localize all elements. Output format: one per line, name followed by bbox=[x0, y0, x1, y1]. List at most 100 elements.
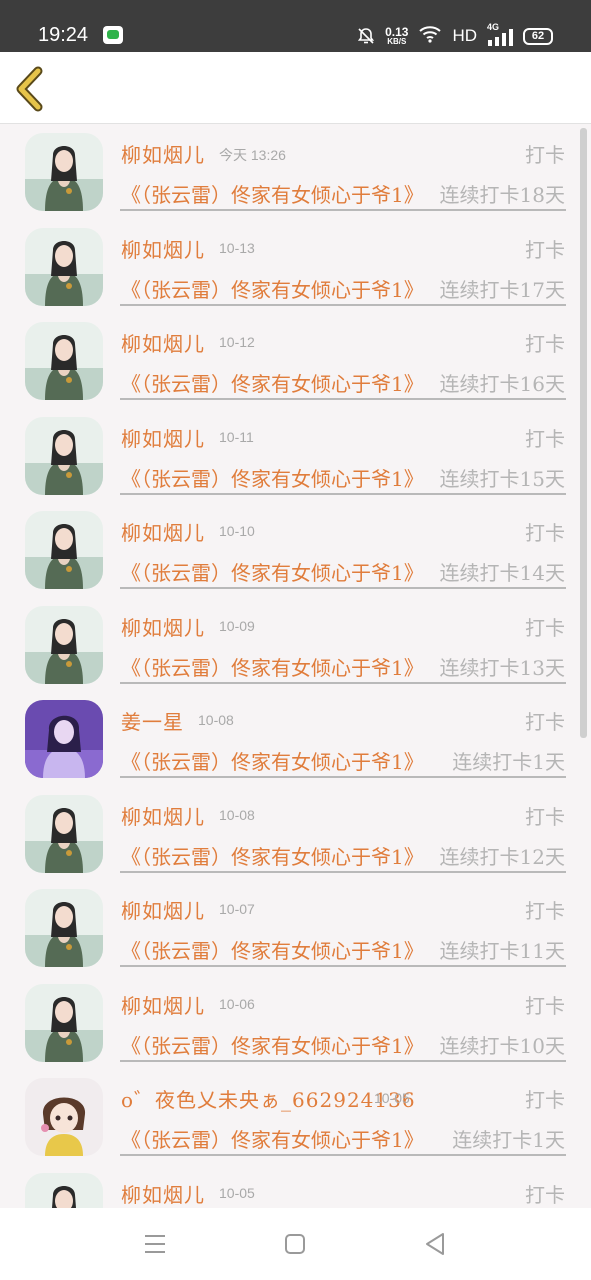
checkin-label: 打卡 bbox=[525, 521, 565, 545]
avatar[interactable] bbox=[25, 983, 103, 1062]
checkin-label: 打卡 bbox=[525, 615, 565, 640]
checkin-label: 打卡 bbox=[525, 899, 565, 923]
user-name[interactable]: 柳如烟儿 bbox=[121, 517, 205, 546]
user-name[interactable]: 柳如烟儿 bbox=[121, 990, 205, 1019]
checkin-label: 打卡 bbox=[525, 237, 565, 262]
list-item[interactable]: 柳如烟儿 10-11 打卡《（张云雷）佟家有女倾心于爷1》 连续打卡15天 bbox=[0, 409, 591, 504]
book-title-link[interactable]: 《（张云雷）佟家有女倾心于爷1》 bbox=[121, 1124, 424, 1153]
row-divider bbox=[120, 398, 566, 400]
user-name[interactable]: 柳如烟儿 bbox=[121, 139, 205, 168]
checkin-date: 今天 13:26 bbox=[219, 147, 286, 163]
book-title-link[interactable]: 《（张云雷）佟家有女倾心于爷1》 bbox=[121, 841, 424, 870]
checkin-streak: 连续打卡12天 bbox=[439, 844, 565, 869]
user-name[interactable]: 柳如烟儿 bbox=[121, 801, 205, 830]
user-name[interactable]: 柳如烟儿 bbox=[121, 328, 205, 357]
checkin-label: 打卡 bbox=[525, 1088, 565, 1112]
row-divider bbox=[120, 965, 566, 967]
avatar[interactable] bbox=[25, 511, 103, 589]
checkin-streak: 连续打卡16天 bbox=[439, 372, 565, 396]
status-bar: 19:24 0.13 KB/S HD 4G 62 bbox=[0, 0, 591, 52]
list-item[interactable]: o゛夜色乂未央ぁ_662924136 10-05 打卡 《（张云雷）佟家有女倾心于爷1… bbox=[0, 1070, 591, 1165]
checkin-date: 10-09 bbox=[219, 617, 255, 634]
checkin-list[interactable]: 柳如烟儿 今天 13:26 打卡 《（张云雷）佟家有女倾心于爷1》 连续打卡18天 柳如烟… bbox=[0, 125, 591, 1208]
user-name[interactable]: o゛夜色乂未央ぁ_662924136 bbox=[121, 1084, 416, 1113]
list-item[interactable]: 柳如烟儿 10-05 打卡 bbox=[0, 1165, 591, 1208]
row-divider bbox=[120, 209, 566, 211]
wifi-icon bbox=[418, 25, 442, 48]
avatar[interactable] bbox=[25, 605, 103, 684]
checkin-label: 打卡 bbox=[525, 143, 565, 167]
checkin-streak: 连续打卡18天 bbox=[439, 183, 565, 207]
book-title-link[interactable]: 《（张云雷）佟家有女倾心于爷1》 bbox=[121, 179, 424, 208]
checkin-streak: 连续打卡17天 bbox=[439, 277, 565, 302]
row-divider bbox=[120, 303, 566, 306]
avatar[interactable] bbox=[25, 1078, 103, 1156]
checkin-date: 10-13 bbox=[219, 239, 255, 256]
book-title-link[interactable]: 《（张云雷）佟家有女倾心于爷1》 bbox=[121, 368, 424, 397]
avatar[interactable] bbox=[25, 889, 103, 967]
avatar[interactable] bbox=[25, 416, 103, 495]
list-item[interactable]: 柳如烟儿 今天 13:26 打卡《（张云雷）佟家有女倾心于爷1》 连续打卡18天 bbox=[0, 125, 591, 220]
avatar[interactable] bbox=[25, 322, 103, 400]
book-title-link[interactable]: 《（张云雷）佟家有女倾心于爷1》 bbox=[121, 1030, 424, 1059]
checkin-date: 10-06 bbox=[219, 995, 255, 1012]
app-header bbox=[0, 52, 591, 124]
avatar[interactable] bbox=[25, 700, 103, 778]
network-speed: 0.13 KB/S bbox=[385, 26, 408, 46]
list-item[interactable]: 柳如烟儿 10-09 打卡《（张云雷）佟家有女倾心于爷1》 连续打卡13天 bbox=[0, 598, 591, 693]
checkin-label: 打卡 bbox=[525, 426, 565, 451]
book-title-link[interactable]: 《（张云雷）佟家有女倾心于爷1》 bbox=[121, 935, 424, 964]
book-title-link[interactable]: 《（张云雷）佟家有女倾心于爷1》 bbox=[121, 274, 424, 303]
video-app-icon bbox=[103, 26, 123, 44]
triangle-back-icon bbox=[426, 1233, 444, 1255]
checkin-streak: 连续打卡11天 bbox=[439, 939, 565, 963]
list-item[interactable]: 柳如烟儿 10-13 打卡《（张云雷）佟家有女倾心于爷1》 连续打卡17天 bbox=[0, 220, 591, 315]
list-item[interactable]: 柳如烟儿 10-07 打卡《（张云雷）佟家有女倾心于爷1》 连续打卡11天 bbox=[0, 881, 591, 976]
checkin-label: 打卡 bbox=[525, 710, 565, 734]
list-item[interactable]: 柳如烟儿 10-12 打卡 《（张云雷）佟家有女倾心于爷1》 连续打卡16天 bbox=[0, 314, 591, 409]
user-name[interactable]: 柳如烟儿 bbox=[121, 895, 205, 924]
menu-button[interactable] bbox=[140, 1230, 170, 1258]
hd-indicator: HD bbox=[452, 26, 477, 45]
checkin-label: 打卡 bbox=[525, 1182, 565, 1207]
status-indicators: 0.13 KB/S HD 4G 62 bbox=[357, 22, 553, 50]
book-title-link[interactable]: 《（张云雷）佟家有女倾心于爷1》 bbox=[121, 746, 424, 775]
book-title-link[interactable]: 《（张云雷）佟家有女倾心于爷1》 bbox=[121, 557, 424, 586]
checkin-streak: 连续打卡13天 bbox=[439, 655, 565, 680]
avatar[interactable] bbox=[25, 133, 103, 211]
list-item[interactable]: 柳如烟儿 10-10 打卡 《（张云雷）佟家有女倾心于爷1》 连续打卡14天 bbox=[0, 503, 591, 598]
row-divider bbox=[120, 870, 566, 873]
user-name[interactable]: 柳如烟儿 bbox=[121, 234, 205, 263]
checkin-streak: 连续打卡1天 bbox=[452, 750, 565, 774]
back-button[interactable] bbox=[10, 62, 54, 114]
checkin-label: 打卡 bbox=[525, 332, 565, 356]
home-button[interactable] bbox=[280, 1230, 310, 1258]
checkin-date: 10-11 bbox=[219, 428, 254, 445]
list-item[interactable]: 姜一星 10-08 打卡 《（张云雷）佟家有女倾心于爷1》 连续打卡1天 bbox=[0, 692, 591, 787]
user-name[interactable]: 柳如烟儿 bbox=[121, 1179, 205, 1208]
user-name[interactable]: 姜一星 bbox=[121, 706, 184, 735]
user-name[interactable]: 柳如烟儿 bbox=[121, 612, 205, 641]
checkin-date: 10-07 bbox=[219, 901, 255, 917]
book-title-link[interactable]: 《（张云雷）佟家有女倾心于爷1》 bbox=[121, 652, 424, 681]
book-title-link[interactable]: 《（张云雷）佟家有女倾心于爷1》 bbox=[121, 463, 424, 492]
battery-level: 62 bbox=[531, 30, 545, 42]
chevron-left-icon bbox=[16, 66, 43, 112]
row-divider bbox=[120, 681, 566, 684]
avatar[interactable] bbox=[25, 227, 103, 306]
checkin-streak: 连续打卡15天 bbox=[439, 466, 565, 491]
scrollbar[interactable] bbox=[580, 128, 587, 738]
row-divider bbox=[120, 1059, 566, 1062]
checkin-streak: 连续打卡10天 bbox=[439, 1033, 565, 1058]
row-divider bbox=[120, 776, 566, 778]
menu-icon bbox=[145, 1235, 165, 1253]
network-speed-unit: KB/S bbox=[387, 37, 407, 46]
square-icon bbox=[285, 1234, 305, 1254]
back-nav-button[interactable] bbox=[420, 1230, 450, 1258]
avatar[interactable] bbox=[25, 1172, 103, 1208]
list-item[interactable]: 柳如烟儿 10-06 打卡 《（张云雷）佟家有女倾心于爷1》 连续打卡10天 bbox=[0, 976, 591, 1071]
user-name[interactable]: 柳如烟儿 bbox=[121, 423, 205, 452]
battery-icon: 62 bbox=[523, 27, 553, 45]
list-item[interactable]: 柳如烟儿 10-08 打卡 《（张云雷）佟家有女倾心于爷1》 连续打卡12天 bbox=[0, 787, 591, 882]
avatar[interactable] bbox=[25, 794, 103, 873]
